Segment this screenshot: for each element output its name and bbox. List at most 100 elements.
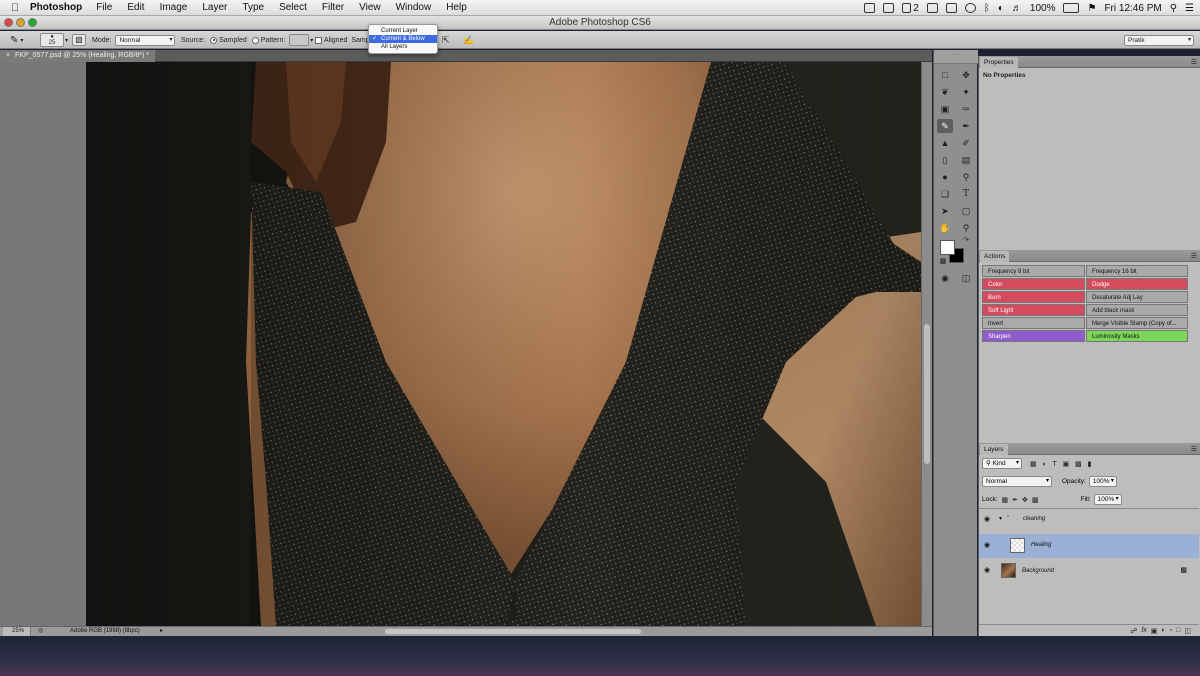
- default-colors-icon[interactable]: ▩: [935, 255, 951, 269]
- lock-all-icon[interactable]: ▩: [1032, 496, 1039, 504]
- menu-filter[interactable]: Filter: [322, 2, 344, 13]
- menu-type[interactable]: Type: [242, 2, 264, 13]
- menu-view[interactable]: View: [359, 2, 381, 13]
- blend-mode-select[interactable]: Normal: [982, 476, 1052, 487]
- mode-select[interactable]: Normal: [115, 34, 176, 46]
- source-sampled-radio[interactable]: [210, 36, 218, 44]
- lock-position-icon[interactable]: ✥: [1022, 496, 1028, 504]
- spotlight-icon[interactable]: ⚲: [1170, 3, 1177, 14]
- link-layers-icon[interactable]: ☍: [1130, 627, 1137, 635]
- sample-option-all-layers[interactable]: All Layers: [369, 43, 437, 51]
- visibility-eye-icon[interactable]: ◉: [984, 541, 990, 549]
- zoom-field[interactable]: 25%: [3, 627, 31, 636]
- eyedropper-tool-icon[interactable]: ✑: [958, 102, 974, 116]
- crop-tool-icon[interactable]: ▣: [937, 102, 953, 116]
- menu-edit[interactable]: Edit: [127, 2, 144, 13]
- notification-icon[interactable]: ☰: [1185, 3, 1194, 14]
- filter-shape-icon[interactable]: ▣: [1063, 460, 1070, 468]
- horizontal-scroll-thumb[interactable]: [385, 629, 641, 634]
- pen-tool-icon[interactable]: ❏: [937, 187, 953, 201]
- document-tab[interactable]: × FKP_0577.psd @ 25% (Healing, RGB/8*) *: [0, 50, 155, 62]
- delete-layer-icon[interactable]: ◫: [1184, 627, 1191, 635]
- adobe-icon[interactable]: 2: [902, 3, 919, 14]
- eraser-tool-icon[interactable]: ▯: [937, 153, 953, 167]
- new-group-icon[interactable]: ▫: [1170, 627, 1172, 634]
- action-desaturate-adj-lay[interactable]: Desaturate Adj Lay: [1086, 291, 1188, 303]
- layer-style-icon[interactable]: fx: [1141, 627, 1146, 634]
- filter-adjustment-icon[interactable]: ◐: [1042, 461, 1046, 468]
- wifi-icon[interactable]: ◐: [998, 3, 1004, 14]
- action-invert[interactable]: Invert: [982, 317, 1085, 329]
- group-expand-icon[interactable]: ▾: [999, 515, 1002, 522]
- clone-source-panel-button[interactable]: ▧: [72, 34, 86, 46]
- volume-icon[interactable]: ♬: [1012, 3, 1022, 14]
- opacity-field[interactable]: 100%: [1088, 476, 1117, 487]
- pressure-size-icon[interactable]: ✍: [463, 35, 474, 46]
- lasso-tool-icon[interactable]: ❦: [937, 85, 953, 99]
- lock-pixels-icon[interactable]: ✒: [1012, 496, 1018, 504]
- dropbox-icon[interactable]: [926, 3, 938, 13]
- dodge-tool-icon[interactable]: ⚲: [958, 170, 974, 184]
- filter-type-icon[interactable]: T: [1052, 461, 1056, 468]
- healing-brush-tool-icon[interactable]: ✎: [937, 119, 953, 133]
- action-dodge[interactable]: Dodge: [1086, 278, 1188, 290]
- action-soft-light[interactable]: Soft Light: [982, 304, 1085, 316]
- brush-tool-icon[interactable]: ✒: [958, 119, 974, 133]
- layer-name[interactable]: Healing: [1031, 542, 1051, 548]
- vertical-scrollbar[interactable]: [921, 62, 932, 626]
- pattern-picker[interactable]: [289, 34, 310, 46]
- hand-tool-icon[interactable]: ✋: [937, 221, 953, 235]
- shape-tool-icon[interactable]: ▢: [958, 204, 974, 218]
- action-color[interactable]: Color: [982, 278, 1085, 290]
- layer-filter-select[interactable]: ⚲ Kind: [982, 458, 1022, 469]
- foreground-color-swatch[interactable]: [940, 240, 955, 255]
- swap-colors-icon[interactable]: ↷: [958, 234, 974, 248]
- flag-icon[interactable]: ⚑: [1087, 3, 1096, 14]
- sample-option-current-layer[interactable]: Current Layer: [369, 27, 437, 35]
- history-brush-tool-icon[interactable]: ✐: [958, 136, 974, 150]
- visibility-eye-icon[interactable]: ◉: [984, 515, 990, 523]
- visibility-eye-icon[interactable]: ◉: [984, 566, 990, 574]
- marquee-tool-icon[interactable]: □: [937, 68, 953, 82]
- screen-mode-icon[interactable]: ◫: [958, 271, 974, 285]
- panel-menu-icon[interactable]: ☰: [1191, 445, 1197, 453]
- tool-preset-arrow-icon[interactable]: ▾: [20, 37, 23, 44]
- eye-icon[interactable]: [945, 3, 957, 13]
- layer-row-selected[interactable]: ◉ Healing: [979, 534, 1199, 558]
- brush-size-picker[interactable]: ● 25: [40, 33, 64, 47]
- menu-help[interactable]: Help: [446, 2, 467, 13]
- layer-name[interactable]: cleaning: [1023, 516, 1045, 522]
- fill-field[interactable]: 100%: [1093, 494, 1122, 505]
- add-mask-icon[interactable]: ▣: [1151, 627, 1158, 635]
- source-pattern-radio[interactable]: [251, 36, 259, 44]
- properties-tab[interactable]: Properties: [980, 57, 1018, 68]
- filter-smart-object-icon[interactable]: ▩: [1075, 460, 1082, 468]
- panel-menu-icon[interactable]: ☰: [1191, 58, 1197, 66]
- filter-pixel-icon[interactable]: ▦: [1030, 460, 1037, 468]
- zoom-tool-icon[interactable]: ⚲: [958, 221, 974, 235]
- menu-layer[interactable]: Layer: [202, 2, 227, 13]
- action-frequency-8-bit[interactable]: Frequency 8 bit: [982, 265, 1085, 277]
- menu-file[interactable]: File: [96, 2, 112, 13]
- timemachine-icon[interactable]: [964, 3, 976, 13]
- menu-select[interactable]: Select: [279, 2, 307, 13]
- lock-transparent-icon[interactable]: ▦: [1002, 496, 1009, 504]
- cloud-icon[interactable]: [883, 3, 895, 13]
- type-tool-icon[interactable]: T: [958, 187, 974, 201]
- layer-name[interactable]: Background: [1022, 568, 1054, 574]
- apple-menu-icon[interactable]: : [0, 2, 30, 14]
- layer-row-background[interactable]: ◉ Background ▩: [979, 560, 1199, 584]
- pattern-picker-arrow-icon[interactable]: ▾: [310, 37, 313, 44]
- layer-row-group[interactable]: ◉ ▾ ▫ cleaning: [979, 510, 1199, 534]
- vertical-scroll-thumb[interactable]: [924, 324, 930, 464]
- action-burn[interactable]: Burn: [982, 291, 1085, 303]
- menu-window[interactable]: Window: [396, 2, 432, 13]
- workspace-select[interactable]: Pratik: [1124, 34, 1194, 46]
- gradient-tool-icon[interactable]: ▤: [958, 153, 974, 167]
- brush-picker-arrow-icon[interactable]: ▾: [65, 37, 68, 44]
- blur-tool-icon[interactable]: ●: [937, 170, 953, 184]
- healing-brush-icon[interactable]: ✎: [10, 35, 18, 46]
- quick-mask-icon[interactable]: ◉: [937, 271, 953, 285]
- action-add-black-mask[interactable]: Add black mask: [1086, 304, 1188, 316]
- close-tab-icon[interactable]: ×: [6, 52, 10, 59]
